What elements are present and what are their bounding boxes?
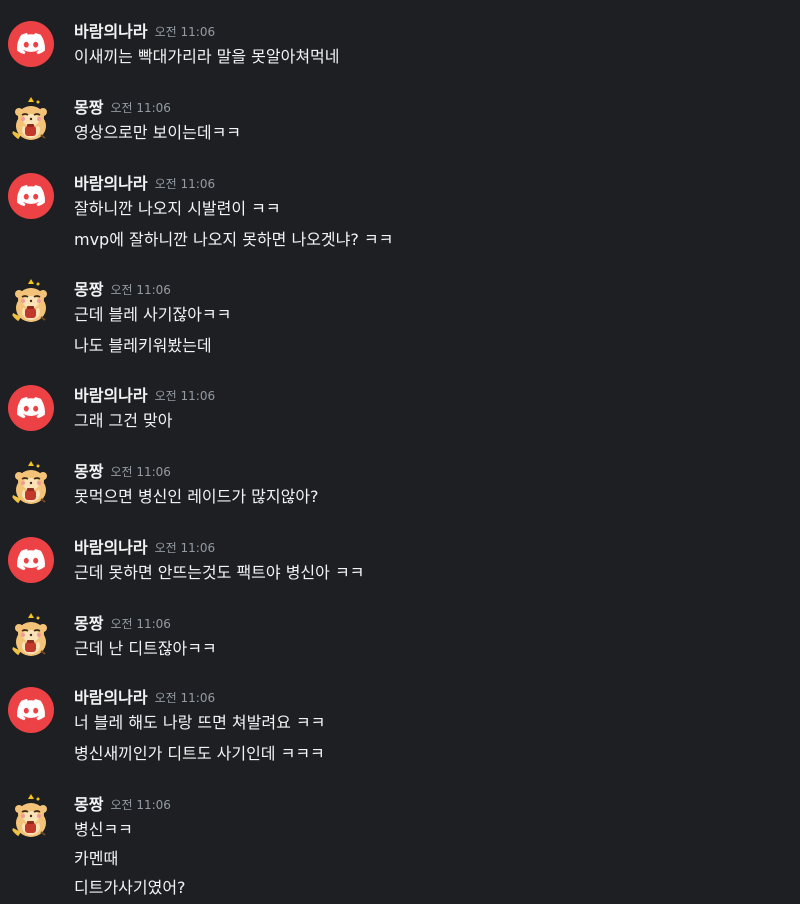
username[interactable]: 몽짱 <box>74 280 103 299</box>
message-header: 바람의나라 오전 11:06 <box>74 173 215 195</box>
message-text: 병신새끼인가 디트도 사기인데 ㅋㅋㅋ <box>74 744 325 763</box>
message-text: 나도 블레키워봤는데 <box>74 336 212 355</box>
username[interactable]: 바람의나라 <box>74 688 148 707</box>
hamster-avatar[interactable] <box>8 613 54 659</box>
username[interactable]: 바람의나라 <box>74 538 148 557</box>
discord-logo-avatar[interactable] <box>8 173 54 219</box>
message-header: 바람의나라 오전 11:06 <box>74 537 215 559</box>
discord-logo-avatar[interactable] <box>8 537 54 583</box>
hamster-icon <box>12 461 50 506</box>
timestamp: 오전 11:06 <box>154 25 216 39</box>
message-text: 못먹으면 병신인 레이드가 많지않아? <box>74 487 319 506</box>
message-text: 너 블레 해도 나랑 뜨면 쳐발려요 ㅋㅋ <box>74 713 326 732</box>
username[interactable]: 몽짱 <box>74 795 103 814</box>
username[interactable]: 몽짱 <box>74 462 103 481</box>
timestamp: 오전 11:06 <box>110 465 171 479</box>
hamster-icon <box>12 97 50 142</box>
username[interactable]: 바람의나라 <box>74 22 148 41</box>
hamster-avatar[interactable] <box>8 794 54 840</box>
timestamp: 오전 11:06 <box>110 101 171 115</box>
timestamp: 오전 11:06 <box>110 798 171 812</box>
timestamp: 오전 11:06 <box>154 691 216 705</box>
message-text: 잘하니깐 나오지 시발련이 ㅋㅋ <box>74 199 281 218</box>
discord-logo-icon <box>17 397 45 419</box>
message-text: mvp에 잘하니깐 나오지 못하면 나오겟냐? ㅋㅋ <box>74 230 394 249</box>
message-header: 바람의나라 오전 11:06 <box>74 385 215 407</box>
timestamp: 오전 11:06 <box>110 283 171 297</box>
message-text: 근데 블레 사기잖아ㅋㅋ <box>74 305 232 324</box>
hamster-avatar[interactable] <box>8 97 54 143</box>
message-header: 몽짱 오전 11:06 <box>74 461 171 483</box>
message-text: 이새끼는 빡대가리라 말을 못알아쳐먹네 <box>74 47 340 66</box>
message-text: 병신ㅋㅋ <box>74 820 133 839</box>
discord-logo-icon <box>17 549 45 571</box>
message-header: 바람의나라 오전 11:06 <box>74 21 215 43</box>
timestamp: 오전 11:06 <box>154 177 216 191</box>
hamster-icon <box>12 613 50 658</box>
message-header: 몽짱 오전 11:06 <box>74 97 171 119</box>
discord-logo-avatar[interactable] <box>8 385 54 431</box>
discord-logo-icon <box>17 699 45 721</box>
hamster-icon <box>12 279 50 324</box>
message-header: 몽짱 오전 11:06 <box>74 613 171 635</box>
timestamp: 오전 11:06 <box>154 541 216 555</box>
discord-logo-icon <box>17 185 45 207</box>
message-text: 카멘때 <box>74 849 119 868</box>
timestamp: 오전 11:06 <box>110 617 171 631</box>
message-header: 몽짱 오전 11:06 <box>74 279 171 301</box>
discord-logo-icon <box>17 33 45 55</box>
message-text: 근데 못하면 안뜨는것도 팩트야 병신아 ㅋㅋ <box>74 563 365 582</box>
timestamp: 오전 11:06 <box>154 389 216 403</box>
username[interactable]: 몽짱 <box>74 98 103 117</box>
message-text: 근데 난 디트잖아ㅋㅋ <box>74 639 217 658</box>
hamster-icon <box>12 794 50 839</box>
message-header: 바람의나라 오전 11:06 <box>74 687 215 709</box>
username[interactable]: 바람의나라 <box>74 386 148 405</box>
discord-logo-avatar[interactable] <box>8 21 54 67</box>
username[interactable]: 바람의나라 <box>74 174 148 193</box>
chat-message-list: 바람의나라 오전 11:06 이새끼는 빡대가리라 말을 못알아쳐먹네 몽짱 오… <box>0 0 800 904</box>
discord-logo-avatar[interactable] <box>8 687 54 733</box>
message-text: 영상으로만 보이는데ㅋㅋ <box>74 123 242 142</box>
hamster-avatar[interactable] <box>8 279 54 325</box>
hamster-avatar[interactable] <box>8 461 54 507</box>
message-text: 그래 그건 맞아 <box>74 411 173 430</box>
message-header: 몽짱 오전 11:06 <box>74 794 171 816</box>
username[interactable]: 몽짱 <box>74 614 103 633</box>
message-text: 디트가사기였어? <box>74 878 186 897</box>
